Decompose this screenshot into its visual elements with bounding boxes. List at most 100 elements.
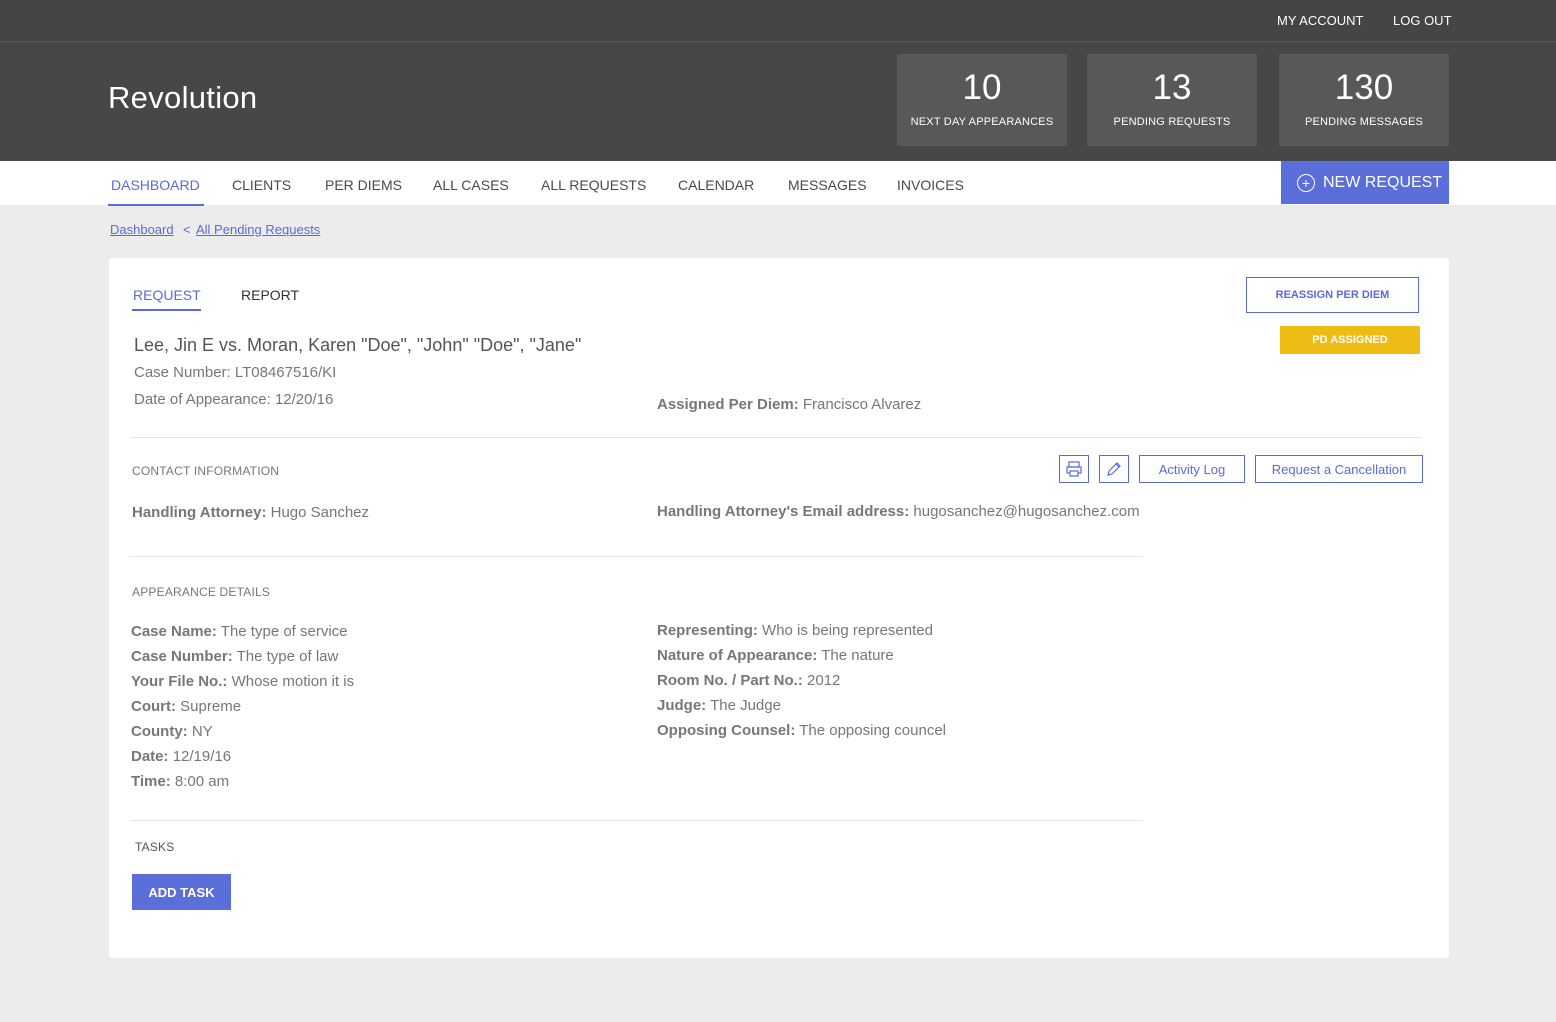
breadcrumb-all-pending-requests[interactable]: All Pending Requests (196, 222, 320, 237)
contact-information-heading: CONTACT INFORMATION (132, 464, 280, 478)
detail-room-no: Room No. / Part No.: 2012 (657, 672, 840, 689)
detail-representing: Representing: Who is being represented (657, 622, 933, 639)
case-number-label: Case Number: (134, 364, 231, 381)
detail-value: Who is being represented (762, 622, 933, 639)
detail-label: Case Name: (131, 623, 217, 640)
nav-all-cases[interactable]: ALL CASES (433, 177, 509, 193)
detail-nature-of-appearance: Nature of Appearance: The nature (657, 647, 894, 664)
detail-value: Supreme (180, 698, 242, 715)
nav-per-diems[interactable]: PER DIEMS (325, 177, 402, 193)
detail-court: Court: Supreme (131, 698, 241, 715)
detail-value: 2012 (807, 672, 841, 689)
detail-label: Nature of Appearance: (657, 647, 818, 664)
divider (131, 820, 1143, 821)
handling-attorney-value: Hugo Sanchez (270, 504, 370, 521)
divider (129, 556, 1143, 557)
detail-label: Case Number: (131, 648, 233, 665)
attorney-email-label: Handling Attorney's Email address: (657, 503, 910, 520)
stat-value: 13 (1152, 68, 1192, 107)
assigned-per-diem-line: Assigned Per Diem: Francisco Alvarez (657, 396, 921, 413)
main-nav: DASHBOARD CLIENTS PER DIEMS ALL CASES AL… (0, 161, 1556, 206)
detail-label: Date: (131, 748, 169, 765)
assigned-per-diem-label: Assigned Per Diem: (657, 396, 799, 413)
print-button[interactable] (1059, 455, 1089, 483)
detail-judge: Judge: The Judge (657, 697, 781, 714)
case-number-line: Case Number: LT08467516/KI (134, 364, 336, 381)
detail-value: NY (191, 723, 213, 740)
nav-dashboard[interactable]: DASHBOARD (111, 177, 200, 193)
stat-label: NEXT DAY APPEARANCES (910, 116, 1054, 128)
breadcrumb-dashboard[interactable]: Dashboard (110, 222, 174, 237)
divider (130, 437, 1422, 438)
activity-log-button[interactable]: Activity Log (1139, 455, 1245, 483)
detail-label: Court: (131, 698, 176, 715)
new-request-button[interactable]: + NEW REQUEST (1281, 161, 1449, 204)
log-out-link[interactable]: LOG OUT (1393, 13, 1452, 28)
nav-active-indicator (108, 204, 204, 206)
tab-request[interactable]: REQUEST (133, 287, 201, 303)
stat-value: 130 (1334, 68, 1394, 107)
date-of-appearance-label: Date of Appearance: (134, 391, 271, 408)
stat-label: PENDING MESSAGES (1304, 116, 1424, 128)
printer-icon (1066, 461, 1082, 477)
detail-label: Representing: (657, 622, 758, 639)
tasks-heading: TASKS (135, 840, 175, 854)
plus-circle-icon: + (1297, 173, 1315, 192)
status-badge: PD ASSIGNED (1280, 326, 1420, 354)
date-of-appearance-value: 12/20/16 (274, 391, 334, 408)
detail-value: The type of law (236, 648, 339, 665)
detail-file-no: Your File No.: Whose motion it is (131, 673, 354, 690)
detail-opposing-counsel: Opposing Counsel: The opposing councel (657, 722, 946, 739)
request-card: REQUEST REPORT REASSIGN PER DIEM PD ASSI… (109, 258, 1449, 958)
attorney-email-value: hugosanchez@hugosanchez.com (913, 503, 1140, 520)
date-of-appearance-line: Date of Appearance: 12/20/16 (134, 391, 333, 408)
top-bar: MY ACCOUNT LOG OUT (0, 0, 1556, 42)
nav-clients[interactable]: CLIENTS (232, 177, 291, 193)
nav-invoices[interactable]: INVOICES (897, 177, 964, 193)
detail-date: Date: 12/19/16 (131, 748, 231, 765)
detail-label: Time: (131, 773, 171, 790)
detail-label: County: (131, 723, 188, 740)
tab-report[interactable]: REPORT (241, 287, 299, 303)
detail-label: Opposing Counsel: (657, 722, 796, 739)
nav-all-requests[interactable]: ALL REQUESTS (541, 177, 646, 193)
detail-case-number: Case Number: The type of law (131, 648, 338, 665)
handling-attorney-label: Handling Attorney: (132, 504, 267, 521)
stat-next-day-appearances[interactable]: 10 NEXT DAY APPEARANCES (897, 54, 1067, 146)
detail-case-name: Case Name: The type of service (131, 623, 348, 640)
stat-pending-messages[interactable]: 130 PENDING MESSAGES (1279, 54, 1449, 146)
detail-value: 12/19/16 (172, 748, 232, 765)
detail-value: The nature (821, 647, 894, 664)
attorney-email-line: Handling Attorney's Email address: hugos… (657, 503, 1140, 520)
detail-county: County: NY (131, 723, 213, 740)
request-cancellation-button[interactable]: Request a Cancellation (1255, 455, 1423, 483)
stat-pending-requests[interactable]: 13 PENDING REQUESTS (1087, 54, 1257, 146)
detail-value: Whose motion it is (231, 673, 355, 690)
pencil-icon (1107, 462, 1121, 476)
detail-label: Your File No.: (131, 673, 228, 690)
detail-value: The type of service (220, 623, 348, 640)
nav-calendar[interactable]: CALENDAR (678, 177, 754, 193)
header: Revolution 10 NEXT DAY APPEARANCES 13 PE… (0, 42, 1556, 161)
add-task-button[interactable]: ADD TASK (132, 874, 231, 910)
assigned-per-diem-value: Francisco Alvarez (802, 396, 922, 413)
my-account-link[interactable]: MY ACCOUNT (1277, 13, 1363, 28)
detail-label: Room No. / Part No.: (657, 672, 803, 689)
handling-attorney-line: Handling Attorney: Hugo Sanchez (132, 504, 369, 521)
detail-label: Judge: (657, 697, 707, 714)
breadcrumb-separator: < (183, 222, 191, 237)
detail-time: Time: 8:00 am (131, 773, 229, 790)
nav-messages[interactable]: MESSAGES (788, 177, 867, 193)
tab-active-indicator (132, 309, 201, 311)
detail-value: The Judge (710, 697, 781, 714)
edit-button[interactable] (1099, 455, 1129, 483)
stat-label: PENDING REQUESTS (1113, 116, 1231, 128)
case-title: Lee, Jin E vs. Moran, Karen "Doe", "John… (134, 335, 582, 355)
reassign-per-diem-button[interactable]: REASSIGN PER DIEM (1246, 277, 1419, 313)
detail-value: The opposing councel (799, 722, 947, 739)
new-request-label: NEW REQUEST (1323, 173, 1443, 191)
brand-logo[interactable]: Revolution (108, 80, 257, 116)
stat-value: 10 (962, 68, 1002, 107)
appearance-details-heading: APPEARANCE DETAILS (132, 585, 271, 599)
detail-value: 8:00 am (174, 773, 230, 790)
